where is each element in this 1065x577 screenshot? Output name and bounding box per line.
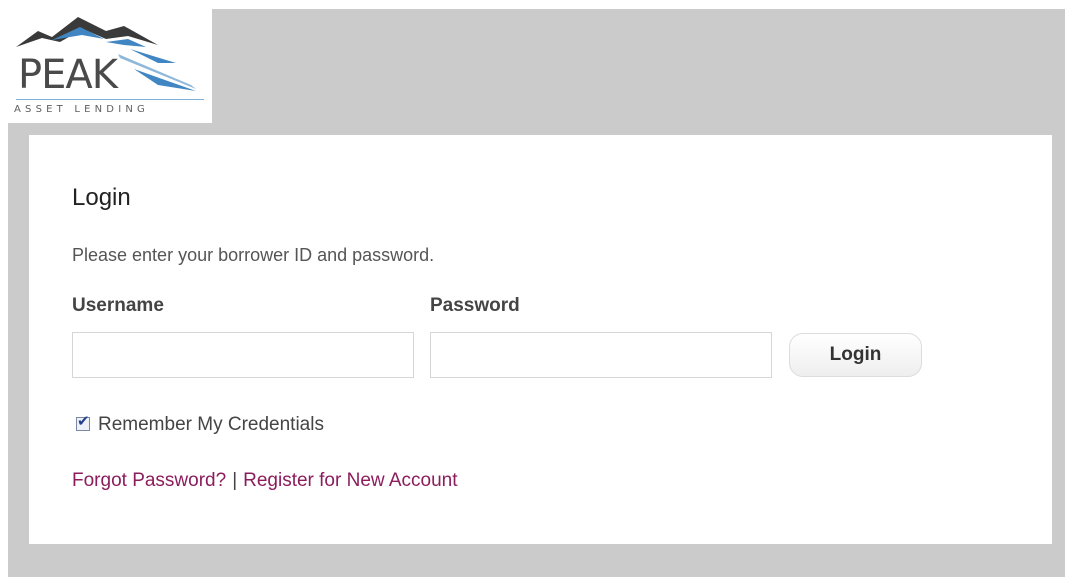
username-input[interactable]: [72, 332, 414, 378]
register-account-link[interactable]: Register for New Account: [243, 470, 457, 491]
password-input[interactable]: [430, 332, 772, 378]
logo-divider: [16, 99, 204, 100]
page: PEAK ASSET LENDING Login Please enter yo…: [0, 0, 1065, 577]
logo-name: PEAK: [18, 52, 118, 98]
forgot-password-link[interactable]: Forgot Password?: [72, 470, 226, 491]
account-links: Forgot Password? | Register for New Accoun…: [72, 471, 458, 490]
logo-tagline: ASSET LENDING: [14, 104, 149, 115]
username-label: Username: [72, 295, 164, 316]
link-separator: |: [232, 470, 238, 491]
login-title: Login: [72, 184, 131, 211]
login-button[interactable]: Login: [789, 333, 922, 377]
company-logo: PEAK ASSET LENDING: [8, 9, 212, 123]
checkmark-icon: ✔: [77, 412, 90, 430]
password-label: Password: [430, 295, 520, 316]
remember-credentials-label: Remember My Credentials: [98, 413, 324, 435]
login-instructions: Please enter your borrower ID and passwo…: [72, 245, 435, 265]
login-card: Login Please enter your borrower ID and …: [29, 135, 1052, 544]
remember-credentials-row[interactable]: ✔ Remember My Credentials: [76, 413, 324, 435]
remember-credentials-checkbox[interactable]: ✔: [76, 412, 90, 431]
